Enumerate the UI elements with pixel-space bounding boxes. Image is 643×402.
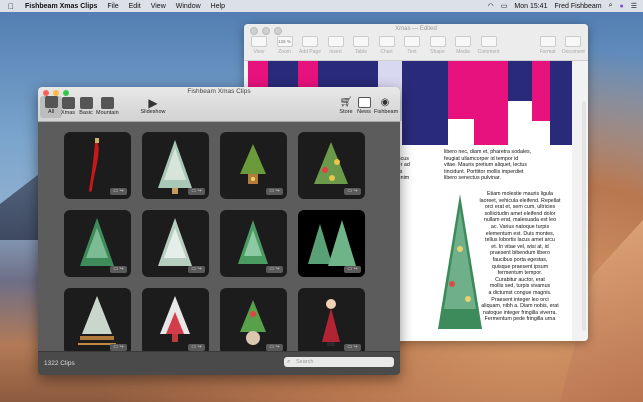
clip-tile[interactable]: ▭ ↪ <box>64 210 131 277</box>
clip-tile[interactable]: ▭ ↪ <box>220 210 287 277</box>
photo-icon <box>79 97 93 109</box>
document-icon <box>565 36 581 47</box>
pages-tool-table[interactable]: Table <box>350 36 372 55</box>
clip-actions-icon[interactable]: ▭ ↪ <box>266 344 283 351</box>
clip-tile[interactable]: ▭ ↪ <box>142 288 209 355</box>
pages-tool-view[interactable]: View <box>248 36 270 55</box>
graphic-bar <box>402 61 448 145</box>
clip-count: 1322 Clips <box>44 360 75 367</box>
clip-actions-icon[interactable]: ▭ ↪ <box>266 188 283 195</box>
apple-icon[interactable]:  <box>8 2 16 11</box>
news-icon <box>357 97 371 108</box>
menu-file[interactable]: File <box>107 3 118 10</box>
stack-icon <box>44 96 58 108</box>
sidebar-icon <box>251 36 267 47</box>
menu-extras: ◠ ▭ Mon 15:41 Fred Fishbeam ⌕ ● ☰ <box>488 0 637 12</box>
clip-tile[interactable]: ▭ ↪ <box>298 288 365 355</box>
pages-tool-zoom[interactable]: 125 % Zoom <box>274 36 296 55</box>
text-icon <box>404 36 420 47</box>
photo-icon <box>100 97 114 109</box>
menu-bar:  Fishbeam Xmas Clips File Edit View Win… <box>0 0 643 12</box>
table-icon <box>353 36 369 47</box>
pages-vertical-scrollbar[interactable] <box>582 101 586 331</box>
pages-tool-format[interactable]: Format <box>537 36 559 55</box>
clip-actions-icon[interactable]: ▭ ↪ <box>110 266 127 273</box>
clip-tile[interactable]: ▭ ↪ <box>64 132 131 199</box>
pages-window-title: Xmas — Edited <box>395 26 437 32</box>
pages-tool-add-page[interactable]: Add Page <box>299 36 321 55</box>
clip-actions-icon[interactable]: ▭ ↪ <box>344 344 361 351</box>
add-page-icon <box>302 36 318 47</box>
wifi-icon[interactable]: ◠ <box>488 2 494 10</box>
toolbar-basic-button[interactable]: Basic <box>75 97 97 116</box>
graphic-bar <box>550 61 572 145</box>
toolbar-fishbeam-button[interactable]: ◉ Fishbeam <box>374 97 398 115</box>
clip-tile[interactable]: ▭ ↪ <box>220 132 287 199</box>
search-input[interactable]: ⌕ Search <box>284 357 394 367</box>
clip-tile[interactable]: ▭ ↪ <box>298 210 365 277</box>
menu-app-name[interactable]: Fishbeam Xmas Clips <box>25 3 97 10</box>
pages-tool-document[interactable]: Document <box>562 36 585 55</box>
photo-icon <box>61 97 75 109</box>
pages-tool-media[interactable]: Media <box>452 36 474 55</box>
pages-tool-chart[interactable]: Chart <box>376 36 398 55</box>
clip-tile[interactable]: ▭ ↪ <box>220 288 287 355</box>
battery-icon[interactable]: ▭ <box>501 2 508 10</box>
comment-icon <box>480 36 497 47</box>
media-icon <box>455 36 471 47</box>
notification-center-icon[interactable]: ☰ <box>631 2 637 10</box>
fishbeam-titlebar: Fishbeam Xmas Clips All Xmas Basic Mount… <box>38 87 400 122</box>
pages-titlebar: Xmas — Edited View 125 % Zoom Add Page In… <box>244 24 588 61</box>
toolbar-news-button[interactable]: News <box>353 97 375 115</box>
clip-tile[interactable]: ▭ ↪ <box>142 210 209 277</box>
fishbeam-status-bar: 1322 Clips ⌕ Search <box>38 351 400 375</box>
chart-icon <box>378 36 395 47</box>
clip-tile[interactable]: ▭ ↪ <box>142 132 209 199</box>
siri-icon[interactable]: ● <box>619 3 623 10</box>
clip-actions-icon[interactable]: ▭ ↪ <box>110 188 127 195</box>
fishbeam-logo-icon: ◉ <box>380 97 390 108</box>
document-text-column-3[interactable]: Etiam molestie mauris ligula laoreet, ve… <box>466 191 574 323</box>
menu-user[interactable]: Fred Fishbeam <box>554 3 601 10</box>
paragraph-icon <box>327 36 344 47</box>
graphic-bar <box>532 61 550 121</box>
shape-icon <box>429 36 446 47</box>
fishbeam-window: Fishbeam Xmas Clips All Xmas Basic Mount… <box>38 87 400 375</box>
clips-grid: ▭ ↪ ▭ ↪ ▭ ↪ ▭ ↪ ▭ ↪ ▭ ↪ ▭ ↪ ▭ ↪ ▭ ↪ ▭ ↪ … <box>38 122 400 355</box>
clip-actions-icon[interactable]: ▭ ↪ <box>188 188 205 195</box>
graphic-bar <box>508 61 532 101</box>
search-icon: ⌕ <box>287 359 291 365</box>
menu-view[interactable]: View <box>151 3 166 10</box>
toolbar-mountain-button[interactable]: Mountain <box>96 97 119 116</box>
menu-window[interactable]: Window <box>176 3 201 10</box>
clip-tile[interactable]: ▭ ↪ <box>64 288 131 355</box>
menu-edit[interactable]: Edit <box>129 3 141 10</box>
pages-toolbar: View 125 % Zoom Add Page Insert Table Cha… <box>248 36 585 55</box>
spotlight-icon[interactable]: ⌕ <box>609 2 613 10</box>
pages-tool-text[interactable]: Text <box>401 36 423 55</box>
search-placeholder: Search <box>296 359 314 365</box>
pages-tool-comment[interactable]: Comment <box>478 36 500 55</box>
clip-tile[interactable]: ▭ ↪ <box>298 132 365 199</box>
menu-help[interactable]: Help <box>211 3 225 10</box>
clip-actions-icon[interactable]: ▭ ↪ <box>188 344 205 351</box>
pages-tool-shape[interactable]: Shape <box>427 36 449 55</box>
document-text-column-2[interactable]: libero nec, diam et, pharetra sodales, f… <box>444 149 568 182</box>
graphic-bar <box>448 61 474 119</box>
clip-actions-icon[interactable]: ▭ ↪ <box>110 344 127 351</box>
fishbeam-window-title: Fishbeam Xmas Clips <box>187 88 251 95</box>
play-icon: ▶ <box>148 96 158 110</box>
clip-actions-icon[interactable]: ▭ ↪ <box>344 266 361 273</box>
clip-actions-icon[interactable]: ▭ ↪ <box>188 266 205 273</box>
clip-actions-icon[interactable]: ▭ ↪ <box>266 266 283 273</box>
zoom-select: 125 % <box>276 36 293 47</box>
menu-clock[interactable]: Mon 15:41 <box>514 3 547 10</box>
pages-tool-insert[interactable]: Insert <box>325 36 347 55</box>
toolbar-slideshow-button[interactable]: ▶ Slideshow <box>139 97 167 115</box>
format-icon <box>539 36 556 47</box>
clip-actions-icon[interactable]: ▭ ↪ <box>344 188 361 195</box>
graphic-bar <box>474 61 508 145</box>
